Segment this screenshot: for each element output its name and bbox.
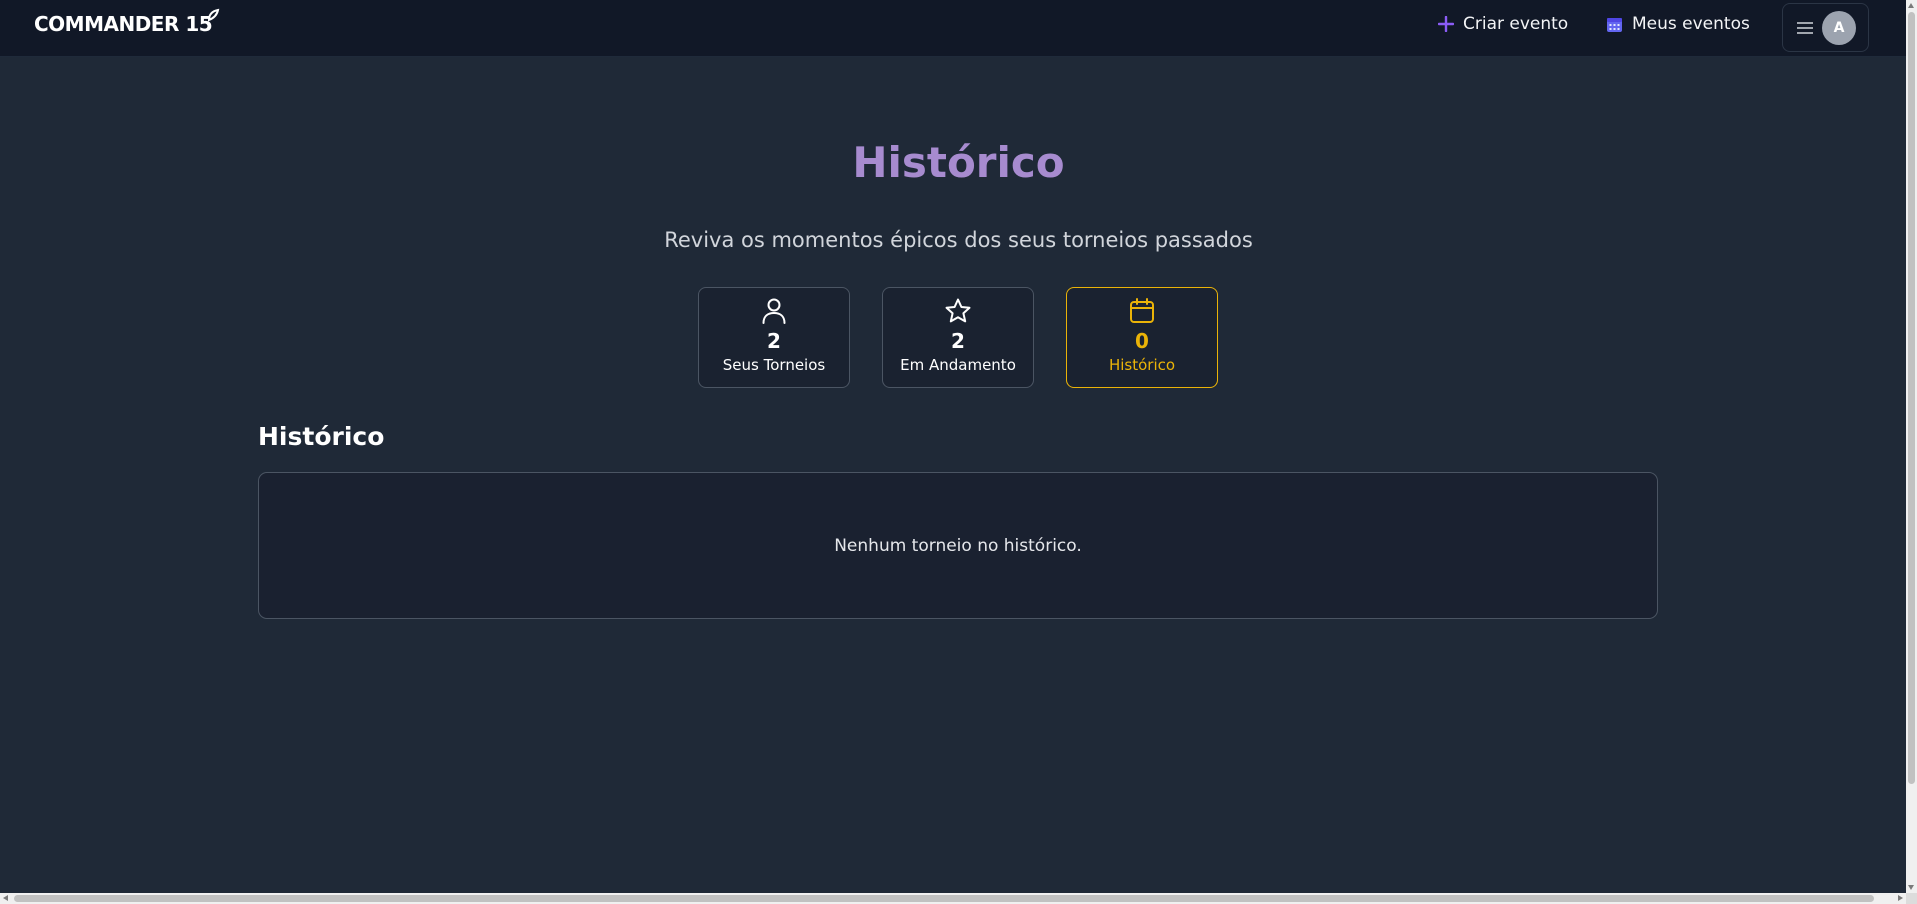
empty-message: Nenhum torneio no histórico.	[834, 535, 1082, 556]
horizontal-scroll-thumb[interactable]	[14, 895, 1874, 902]
stat-card-history[interactable]: 0 Histórico	[1066, 287, 1218, 388]
create-event-button[interactable]: Criar evento	[1438, 14, 1568, 34]
stat-card-my-tournaments[interactable]: 2 Seus Torneios	[698, 287, 850, 388]
star-icon	[945, 298, 971, 323]
my-events-button[interactable]: Meus eventos	[1606, 14, 1750, 34]
app-logo[interactable]: COMMANDER 15	[34, 8, 220, 36]
my-events-label: Meus eventos	[1632, 14, 1750, 34]
stat-value: 2	[767, 329, 781, 353]
user-menu-button[interactable]: A	[1782, 3, 1869, 52]
scroll-up-arrow-icon[interactable]	[1908, 3, 1914, 8]
page-subtitle: Reviva os momentos épicos dos seus torne…	[664, 228, 1253, 252]
vertical-scroll-thumb[interactable]	[1908, 12, 1915, 784]
user-icon	[762, 298, 786, 324]
stat-card-in-progress[interactable]: 2 Em Andamento	[882, 287, 1034, 388]
avatar[interactable]: A	[1822, 11, 1856, 45]
scroll-right-arrow-icon[interactable]	[1898, 895, 1903, 901]
stat-label: Histórico	[1108, 356, 1176, 374]
stat-label: Em Andamento	[900, 356, 1016, 374]
calendar-icon	[1607, 17, 1622, 32]
horizontal-scrollbar[interactable]	[0, 893, 1906, 904]
stat-value: 2	[951, 329, 965, 353]
section-title: Histórico	[258, 422, 385, 451]
create-event-label: Criar evento	[1463, 14, 1569, 34]
logo-leaf-icon	[208, 8, 220, 22]
calendar-icon	[1130, 298, 1154, 323]
stat-label: Seus Torneios	[722, 356, 826, 374]
page-title: Histórico	[852, 138, 1065, 187]
vertical-scrollbar[interactable]	[1906, 0, 1917, 893]
plus-icon	[1438, 16, 1454, 32]
empty-history-panel: Nenhum torneio no histórico.	[258, 472, 1658, 619]
hamburger-menu-icon	[1797, 21, 1813, 34]
scrollbar-corner	[1906, 893, 1917, 904]
stat-value: 0	[1135, 329, 1149, 353]
scroll-down-arrow-icon[interactable]	[1908, 885, 1914, 890]
scroll-left-arrow-icon[interactable]	[3, 895, 8, 901]
top-navbar: COMMANDER 15 Criar evento Meus eventos A	[0, 0, 1906, 57]
